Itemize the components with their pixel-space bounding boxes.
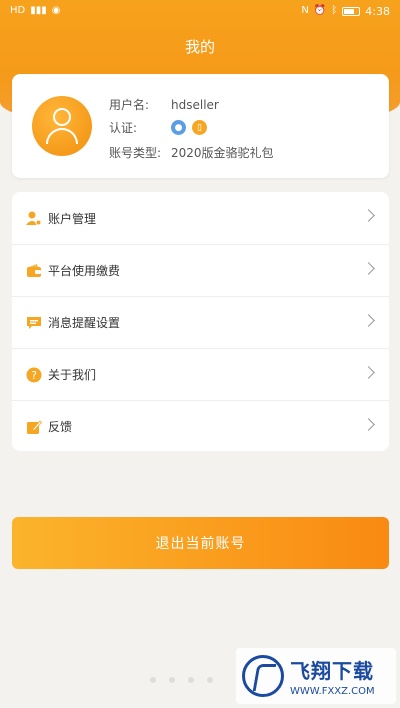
chevron-right-icon (362, 314, 375, 327)
watermark-url: WWW.FXXZ.COM (290, 686, 375, 697)
watermark-name: 飞翔下载 (290, 659, 374, 683)
account-type-value: 2020版金骆驼礼包 (171, 146, 274, 160)
avatar-body-icon (46, 128, 78, 144)
menu-item-label: 反馈 (48, 420, 73, 434)
chevron-right-icon (362, 209, 375, 222)
avatar[interactable] (32, 96, 92, 156)
person-verified-icon: ● (171, 120, 186, 135)
auth-row: 认证: ● ▯ (109, 119, 213, 136)
bluetooth-icon: ᛒ (331, 5, 338, 16)
account-type-label: 账号类型: (109, 146, 162, 160)
phone-verified-icon: ▯ (192, 120, 207, 135)
page-indicator (150, 677, 213, 683)
username-label: 用户名: (109, 98, 150, 112)
avatar-head-icon (53, 108, 71, 126)
page-dot (169, 677, 175, 683)
user-gear-icon (26, 210, 42, 226)
menu-item-label: 关于我们 (48, 368, 97, 382)
nfc-icon: N (301, 5, 309, 16)
menu-item-platform-fee[interactable]: 平台使用缴费 (12, 244, 389, 296)
battery-icon (342, 6, 361, 16)
menu-item-label: 消息提醒设置 (48, 316, 121, 330)
logout-button[interactable]: 退出当前账号 (12, 517, 389, 569)
account-type-row: 账号类型: 2020版金骆驼礼包 (109, 144, 274, 161)
username-value: hdseller (171, 97, 219, 112)
menu-item-feedback[interactable]: 反馈 (12, 400, 389, 452)
page-dot (188, 677, 194, 683)
chevron-right-icon (362, 262, 375, 275)
status-time: 4:38 (365, 4, 390, 18)
page-dot (207, 677, 213, 683)
auth-label: 认证: (109, 121, 138, 135)
status-bar: HD ▮▮▮ ◉ N ⏰ ᛒ 4:38 (0, 0, 400, 22)
question-icon: ? (26, 367, 42, 383)
signal-icon: ▮▮▮ (30, 5, 47, 16)
chevron-right-icon (362, 418, 375, 431)
menu-item-message-settings[interactable]: 消息提醒设置 (12, 296, 389, 348)
menu-item-about-us[interactable]: ? 关于我们 (12, 348, 389, 400)
menu-item-account-management[interactable]: 账户管理 (12, 192, 389, 244)
alarm-icon: ⏰ (313, 5, 327, 16)
menu-card: 账户管理 平台使用缴费 消息提醒设置 ? 关于我们 反馈 (12, 192, 389, 451)
menu-item-label: 平台使用缴费 (48, 264, 121, 278)
username-row: 用户名: hdseller (109, 96, 219, 113)
svg-text:?: ? (31, 369, 37, 382)
watermark: 飞翔下载 WWW.FXXZ.COM (236, 648, 396, 704)
profile-card: 用户名: hdseller 认证: ● ▯ 账号类型: 2020版金骆驼礼包 (12, 74, 389, 178)
chevron-right-icon (362, 366, 375, 379)
watermark-logo-icon (242, 655, 284, 697)
edit-icon (26, 419, 42, 435)
wallet-icon (26, 263, 42, 279)
hd-icon: HD (10, 5, 26, 16)
page-title: 我的 (184, 38, 215, 56)
message-icon (26, 315, 42, 331)
eye-icon: ◉ (51, 5, 61, 16)
menu-item-label: 账户管理 (48, 211, 97, 226)
page-dot (150, 677, 156, 683)
